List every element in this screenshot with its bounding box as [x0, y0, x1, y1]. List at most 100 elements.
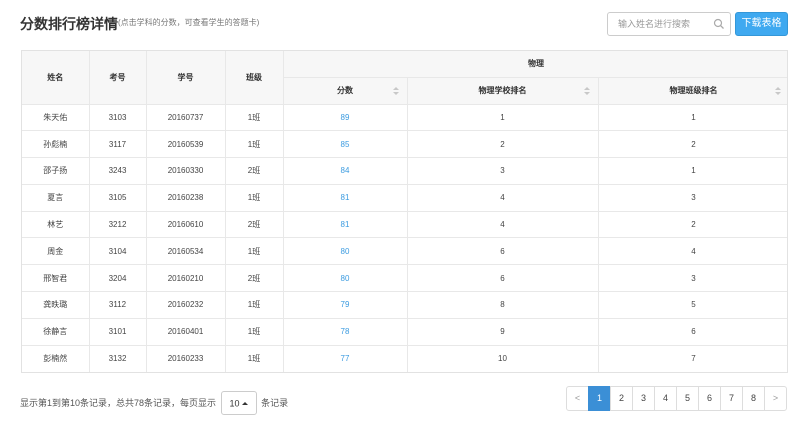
- cell-class-rank: 4: [598, 237, 787, 266]
- cell-class: 1班: [225, 130, 284, 159]
- cell-school-rank: 6: [407, 264, 599, 293]
- cell-class-rank: 2: [598, 130, 787, 159]
- page-button-6[interactable]: 6: [698, 386, 721, 411]
- page-button-2[interactable]: 2: [610, 386, 633, 411]
- cell-score-link[interactable]: 81: [283, 184, 408, 212]
- cell-name: 邢智君: [22, 264, 90, 293]
- sort-icon[interactable]: [774, 86, 781, 97]
- column-header-school-rank[interactable]: 物理学校排名: [407, 77, 599, 105]
- cell-name: 林艺: [22, 211, 90, 239]
- cell-name: 朱天佑: [22, 104, 90, 132]
- column-header-class: 班级: [225, 51, 284, 105]
- search-input[interactable]: [608, 13, 708, 35]
- sort-icon[interactable]: [583, 86, 590, 97]
- cell-student-no: 20160232: [146, 291, 226, 319]
- pagination: < 1 2 3 4 5 6 7 8 >: [566, 386, 787, 411]
- cell-score-link[interactable]: 78: [283, 318, 408, 346]
- cell-school-rank: 10: [407, 345, 599, 372]
- column-group-subject: 物理: [283, 51, 787, 78]
- cell-class: 1班: [225, 104, 284, 132]
- column-header-score[interactable]: 分数: [283, 77, 408, 105]
- page-size-value: 10: [229, 398, 240, 409]
- cell-score-link[interactable]: 79: [283, 291, 408, 319]
- cell-exam-no: 3101: [89, 318, 147, 346]
- cell-exam-no: 3103: [89, 104, 147, 132]
- ranking-table-container: 姓名 考号 学号 班级 物理 分数 物理学校排名 物理班级排名 朱天佑 3103…: [21, 50, 788, 373]
- search-icon[interactable]: [713, 18, 725, 30]
- cell-school-rank: 9: [407, 318, 599, 346]
- cell-student-no: 20160330: [146, 157, 226, 185]
- cell-student-no: 20160210: [146, 264, 226, 293]
- cell-exam-no: 3104: [89, 237, 147, 266]
- caret-up-icon: [241, 402, 248, 406]
- cell-class-rank: 1: [598, 104, 787, 132]
- pagination-info: 显示第1到第10条记录，总共78条记录，每页显示 10 条记录: [20, 391, 288, 415]
- cell-name: 邵子扬: [22, 157, 90, 185]
- page-button-7[interactable]: 7: [720, 386, 743, 411]
- cell-name: 彭楠然: [22, 345, 90, 372]
- table-row: 林艺 3212 20160610 2班 81 4 2: [22, 211, 787, 239]
- search-box: [607, 12, 731, 36]
- cell-class-rank: 5: [598, 291, 787, 319]
- cell-school-rank: 2: [407, 130, 599, 159]
- table-row: 周金 3104 20160534 1班 80 6 4: [22, 237, 787, 266]
- cell-class: 1班: [225, 237, 284, 266]
- cell-school-rank: 4: [407, 184, 599, 212]
- cell-score-link[interactable]: 84: [283, 157, 408, 185]
- page-button-8[interactable]: 8: [742, 386, 765, 411]
- cell-name: 龚昳璐: [22, 291, 90, 319]
- cell-student-no: 20160737: [146, 104, 226, 132]
- cell-score-link[interactable]: 80: [283, 264, 408, 293]
- cell-student-no: 20160534: [146, 237, 226, 266]
- cell-score-link[interactable]: 85: [283, 130, 408, 159]
- column-header-name: 姓名: [22, 51, 90, 105]
- page-title: 分数排行榜详情: [20, 16, 118, 32]
- cell-class-rank: 6: [598, 318, 787, 346]
- page-subtitle: (点击学科的分数，可查看学生的答题卡): [118, 18, 260, 27]
- cell-student-no: 20160233: [146, 345, 226, 372]
- cell-class: 1班: [225, 184, 284, 212]
- sort-icon[interactable]: [392, 86, 399, 97]
- cell-student-no: 20160539: [146, 130, 226, 159]
- cell-name: 夏言: [22, 184, 90, 212]
- column-header-class-rank[interactable]: 物理班级排名: [598, 77, 787, 105]
- pagination-info-suffix: 条记录: [261, 398, 289, 408]
- cell-class-rank: 2: [598, 211, 787, 239]
- column-header-school-rank-label: 物理学校排名: [478, 86, 527, 95]
- cell-class: 2班: [225, 211, 284, 239]
- cell-class-rank: 7: [598, 345, 787, 372]
- cell-score-link[interactable]: 80: [283, 237, 408, 266]
- cell-exam-no: 3204: [89, 264, 147, 293]
- page-button-1[interactable]: 1: [588, 386, 611, 411]
- column-header-class-rank-label: 物理班级排名: [669, 86, 718, 95]
- page-size-dropdown[interactable]: 10: [220, 391, 257, 415]
- table-row: 徐静言 3101 20160401 1班 78 9 6: [22, 318, 787, 346]
- cell-student-no: 20160610: [146, 211, 226, 239]
- column-header-exam-no: 考号: [89, 51, 147, 105]
- cell-exam-no: 3212: [89, 211, 147, 239]
- cell-school-rank: 1: [407, 104, 599, 132]
- cell-name: 周金: [22, 237, 90, 266]
- cell-score-link[interactable]: 81: [283, 211, 408, 239]
- cell-score-link[interactable]: 89: [283, 104, 408, 132]
- page-button-3[interactable]: 3: [632, 386, 655, 411]
- table-row: 彭楠然 3132 20160233 1班 77 10 7: [22, 345, 787, 372]
- cell-school-rank: 8: [407, 291, 599, 319]
- download-table-button[interactable]: 下载表格: [735, 12, 788, 36]
- table-row: 朱天佑 3103 20160737 1班 89 1 1: [22, 104, 787, 132]
- pagination-info-prefix: 显示第1到第10条记录，总共78条记录，每页显示: [20, 398, 217, 408]
- cell-school-rank: 3: [407, 157, 599, 185]
- ranking-table: 姓名 考号 学号 班级 物理 分数 物理学校排名 物理班级排名 朱天佑 3103…: [22, 51, 787, 372]
- next-page-button[interactable]: >: [764, 386, 787, 411]
- cell-exam-no: 3117: [89, 130, 147, 159]
- cell-score-link[interactable]: 77: [283, 345, 408, 372]
- cell-name: 徐静言: [22, 318, 90, 346]
- table-row: 夏言 3105 20160238 1班 81 4 3: [22, 184, 787, 212]
- prev-page-button[interactable]: <: [566, 386, 589, 411]
- column-header-score-label: 分数: [337, 86, 353, 95]
- cell-school-rank: 6: [407, 237, 599, 266]
- page-button-5[interactable]: 5: [676, 386, 699, 411]
- cell-class: 2班: [225, 157, 284, 185]
- cell-class-rank: 1: [598, 157, 787, 185]
- page-button-4[interactable]: 4: [654, 386, 677, 411]
